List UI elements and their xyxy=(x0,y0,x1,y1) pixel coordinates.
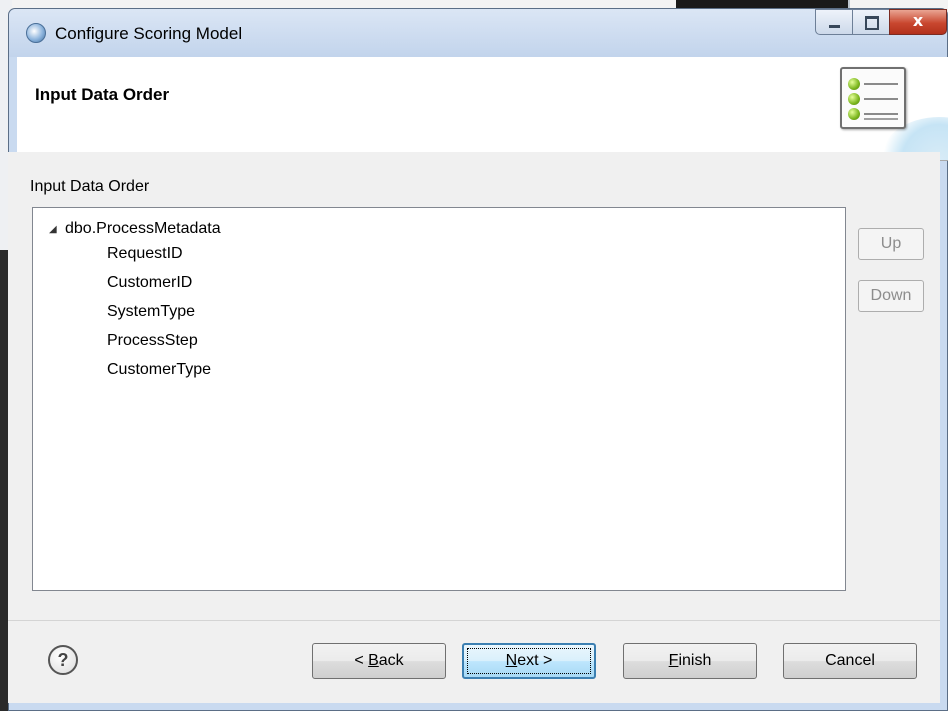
close-button[interactable]: x xyxy=(889,9,947,35)
up-button[interactable]: Up xyxy=(858,228,924,260)
help-icon[interactable]: ? xyxy=(48,645,78,675)
title-bar[interactable]: Configure Scoring Model x xyxy=(9,9,947,57)
minimize-button[interactable] xyxy=(815,9,853,35)
minimize-icon xyxy=(829,25,840,28)
finish-button-mnemonic: F xyxy=(668,652,679,669)
close-icon: x xyxy=(912,11,924,30)
wizard-footer: ? < Back Next > Finish Cancel xyxy=(8,620,940,703)
wizard-content: Input Data Order ◢ dbo.ProcessMetadata R… xyxy=(8,152,940,620)
down-button[interactable]: Down xyxy=(858,280,924,312)
app-icon xyxy=(26,23,46,43)
tree-item-processstep[interactable]: ProcessStep xyxy=(107,332,198,350)
tree-root-node[interactable]: ◢ dbo.ProcessMetadata xyxy=(49,218,221,240)
back-button-mnemonic: B xyxy=(368,652,379,669)
maximize-icon xyxy=(865,16,879,30)
back-button[interactable]: < Back xyxy=(312,643,446,679)
tree-item-customerid[interactable]: CustomerID xyxy=(107,274,192,292)
back-button-label: ack xyxy=(378,652,404,669)
finish-button[interactable]: Finish xyxy=(623,643,757,679)
cancel-button[interactable]: Cancel xyxy=(783,643,917,679)
tree-item-systemtype[interactable]: SystemType xyxy=(107,303,195,321)
tree-root-label: dbo.ProcessMetadata xyxy=(65,220,221,237)
expand-triangle-icon[interactable]: ◢ xyxy=(49,224,65,235)
window-controls: x xyxy=(815,9,947,37)
input-data-order-tree[interactable]: ◢ dbo.ProcessMetadata RequestID Customer… xyxy=(32,207,846,591)
back-button-prefix: < xyxy=(354,652,369,669)
wizard-header: Input Data Order xyxy=(17,57,948,161)
focus-rectangle xyxy=(467,648,591,674)
input-data-order-label: Input Data Order xyxy=(30,178,150,195)
tree-item-requestid[interactable]: RequestID xyxy=(107,245,183,263)
tree-item-customertype[interactable]: CustomerType xyxy=(107,361,211,379)
window-title: Configure Scoring Model xyxy=(55,24,243,43)
finish-button-label: inish xyxy=(678,652,712,669)
list-with-green-bullets-icon xyxy=(840,67,906,129)
maximize-button[interactable] xyxy=(852,9,890,35)
page-title: Input Data Order xyxy=(35,85,170,104)
next-button[interactable]: Next > xyxy=(462,643,596,679)
